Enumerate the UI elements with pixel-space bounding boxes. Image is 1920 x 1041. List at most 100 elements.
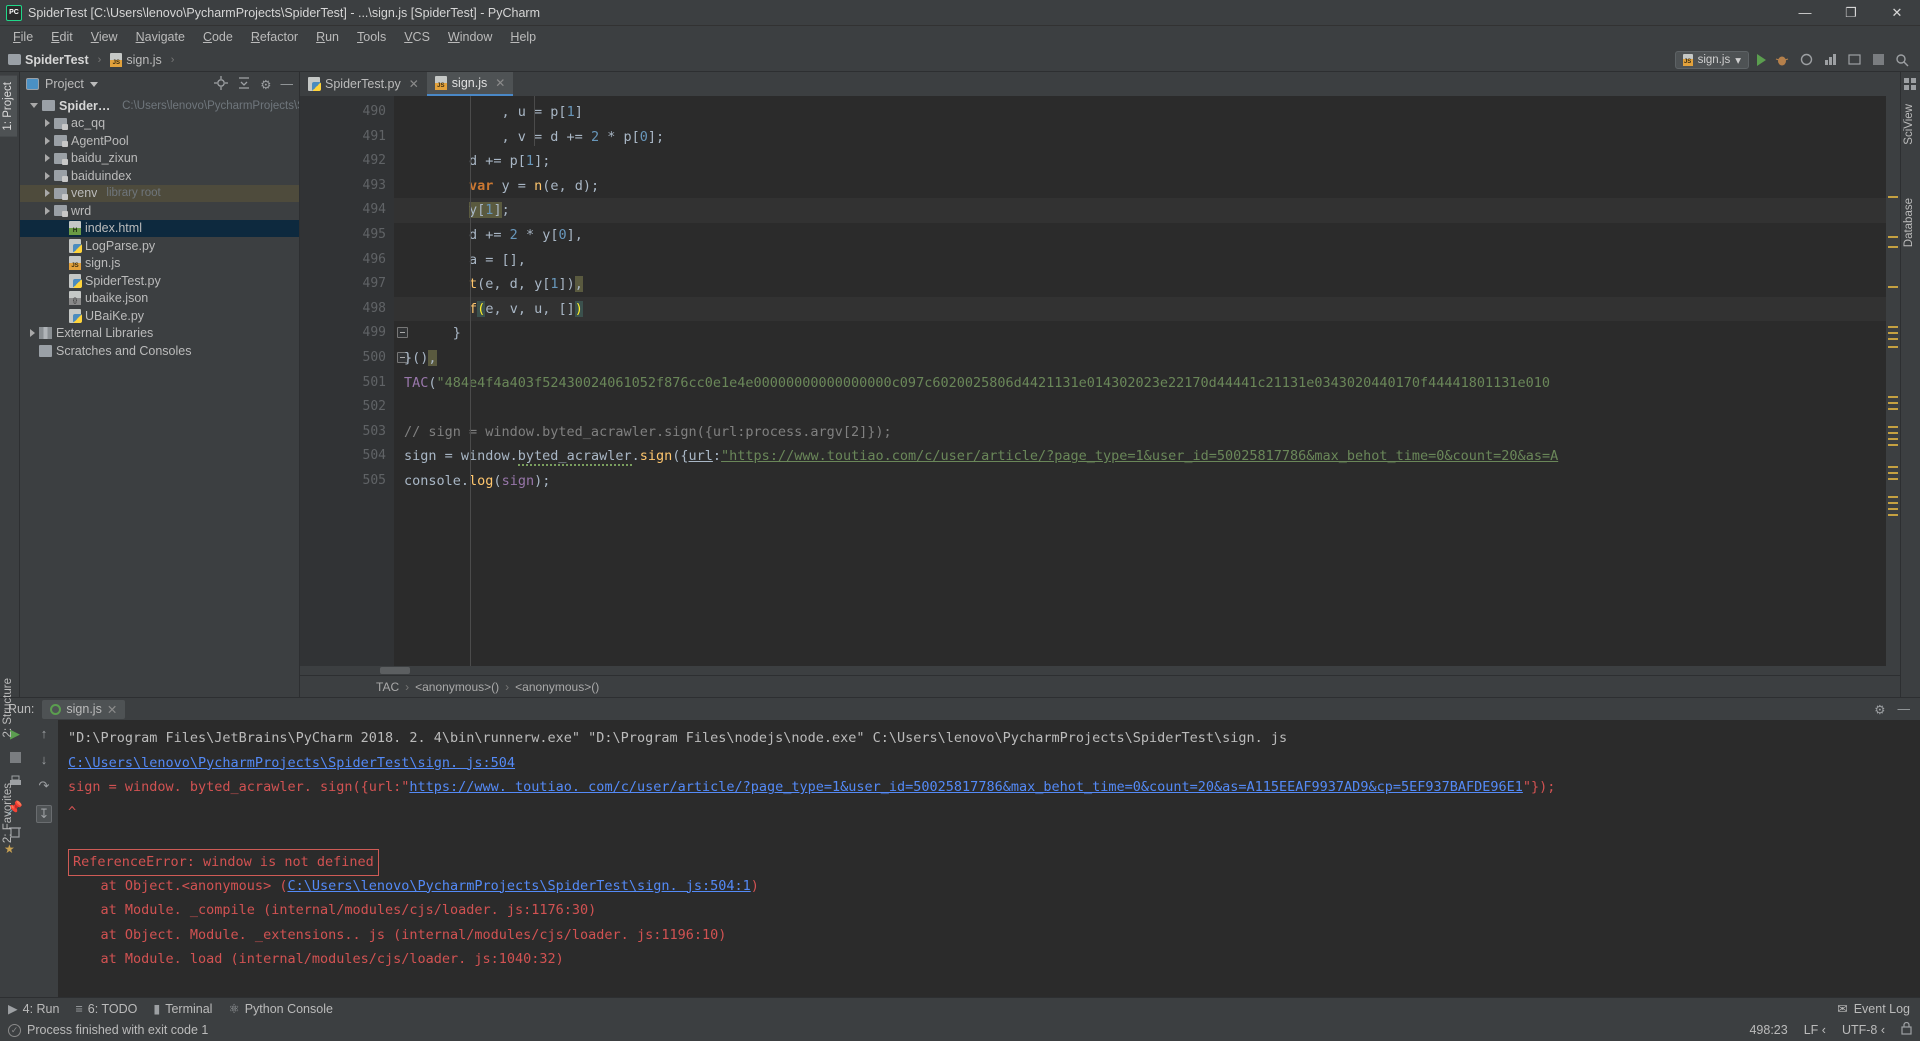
bottom-tab-python-console[interactable]: ⚛ Python Console	[228, 1001, 332, 1017]
console-output[interactable]: "D:\Program Files\JetBrains\PyCharm 2018…	[58, 720, 1920, 997]
error-stripe-marker[interactable]	[1888, 508, 1898, 510]
breadcrumb-project[interactable]: SpiderTest	[25, 53, 89, 67]
profile-icon[interactable]	[1822, 52, 1838, 68]
code-line[interactable]: }	[394, 321, 1886, 346]
attach-icon[interactable]	[1846, 52, 1862, 68]
coverage-icon[interactable]	[1798, 52, 1814, 68]
tree-item-ubaike-py[interactable]: UBaiKe.py	[20, 307, 299, 325]
tree-item-wrd[interactable]: wrd	[20, 202, 299, 220]
minimize-button[interactable]: —	[1782, 0, 1828, 26]
error-stripe-marker[interactable]	[1888, 236, 1898, 238]
code-content[interactable]: , u = p[1] , v = d += 2 * p[0]; d += p[1…	[394, 96, 1886, 666]
project-tree[interactable]: SpiderTest C:\Users\lenovo\PycharmProject…	[20, 96, 299, 697]
debug-icon[interactable]	[1774, 52, 1790, 68]
code-line[interactable]: d += p[1];	[394, 149, 1886, 174]
menu-item-vcs[interactable]: VCS	[395, 28, 439, 46]
error-stripe-marker[interactable]	[1888, 396, 1898, 398]
settings-gear-icon[interactable]: ⚙	[260, 77, 271, 92]
menu-item-file[interactable]: File	[4, 28, 42, 46]
editor-tab-spidertest-py[interactable]: SpiderTest.py ✕	[300, 72, 427, 96]
sidebar-item-sciview[interactable]: SciView	[1900, 98, 1918, 151]
bottom-tab-4-run[interactable]: ▶ 4: Run	[8, 1001, 59, 1017]
menu-item-tools[interactable]: Tools	[348, 28, 395, 46]
tree-item-baiduindex[interactable]: baiduindex	[20, 167, 299, 185]
tree-item-scratches-and-consoles[interactable]: Scratches and Consoles	[20, 342, 299, 360]
soft-wrap-icon[interactable]: ↷	[39, 778, 50, 794]
error-stripe-marker[interactable]	[1888, 478, 1898, 480]
menu-item-window[interactable]: Window	[439, 28, 501, 46]
maximize-button[interactable]: ❐	[1828, 0, 1874, 26]
tree-item-sign-js[interactable]: sign.js	[20, 255, 299, 273]
collapse-arrow-icon[interactable]	[45, 154, 50, 163]
line-separator[interactable]: LF ‹	[1804, 1023, 1826, 1037]
collapse-arrow-icon[interactable]	[30, 329, 35, 338]
code-line[interactable]: f(e, v, u, [])	[394, 296, 1886, 322]
code-line[interactable]: , u = p[1]	[394, 100, 1886, 125]
tree-item-spidertest-py[interactable]: SpiderTest.py	[20, 272, 299, 290]
bottom-tab-6-todo[interactable]: ≡ 6: TODO	[75, 1002, 137, 1016]
editor-breadcrumb-item[interactable]: <anonymous>()	[415, 680, 499, 694]
event-log-label[interactable]: Event Log	[1854, 1002, 1910, 1016]
tree-item-venv[interactable]: venv library root	[20, 184, 299, 202]
tree-item-logparse-py[interactable]: LogParse.py	[20, 237, 299, 255]
menu-item-edit[interactable]: Edit	[42, 28, 82, 46]
tree-item-spidertest[interactable]: SpiderTest C:\Users\lenovo\PycharmProject…	[20, 97, 299, 115]
sidebar-item-favorites[interactable]: 2: Favorites	[0, 777, 17, 849]
error-stripe-marker[interactable]	[1888, 472, 1898, 474]
error-stripe-marker[interactable]	[1888, 432, 1898, 434]
sidebar-item-structure[interactable]: 2: Structure	[0, 672, 17, 743]
error-stripe-marker[interactable]	[1888, 496, 1898, 498]
locate-icon[interactable]	[214, 75, 229, 93]
error-stripe-marker[interactable]	[1888, 514, 1898, 516]
editor-breadcrumb-item[interactable]: TAC	[376, 680, 399, 694]
collapse-all-icon[interactable]	[237, 76, 251, 93]
error-stripe-marker[interactable]	[1888, 246, 1898, 248]
editor-tab-sign-js[interactable]: sign.js ✕	[426, 72, 514, 96]
console-line[interactable]: sign = window. byted_acrawler. sign({url…	[68, 775, 1920, 800]
tree-item-external-libraries[interactable]: External Libraries	[20, 325, 299, 343]
scroll-to-end-icon[interactable]: ↧	[35, 805, 53, 823]
chevron-down-icon[interactable]	[89, 81, 98, 87]
hide-panel-icon[interactable]: —	[1898, 702, 1911, 717]
caret-position[interactable]: 498:23	[1749, 1023, 1787, 1037]
error-stripe-marker[interactable]	[1888, 286, 1898, 288]
lock-icon[interactable]	[1901, 1021, 1912, 1038]
collapse-arrow-icon[interactable]	[45, 206, 50, 215]
error-stripe-marker[interactable]	[1888, 426, 1898, 428]
code-line[interactable]: console.log(sign);	[394, 469, 1886, 494]
error-stripe-marker[interactable]	[1888, 402, 1898, 404]
collapse-arrow-icon[interactable]	[45, 171, 50, 180]
run-tab-signjs[interactable]: sign.js ✕	[42, 699, 126, 719]
tree-item-agentpool[interactable]: AgentPool	[20, 132, 299, 150]
settings-gear-icon[interactable]: ⚙	[1874, 702, 1885, 717]
grid-icon[interactable]	[1904, 78, 1917, 96]
file-encoding[interactable]: UTF-8 ‹	[1842, 1023, 1885, 1037]
collapse-arrow-icon[interactable]	[45, 119, 50, 128]
search-icon[interactable]	[1894, 52, 1910, 68]
down-arrow-icon[interactable]: ↓	[41, 752, 48, 767]
editor-breadcrumb-item[interactable]: <anonymous>()	[515, 680, 599, 694]
error-stripe-column[interactable]	[1886, 96, 1900, 666]
stop-icon[interactable]	[9, 751, 21, 766]
error-stripe-marker[interactable]	[1888, 196, 1898, 198]
tree-item-ubaike-json[interactable]: ubaike.json	[20, 290, 299, 308]
code-editor[interactable]: 490 491 492 493 494 495 496 497 498 499 500 501 502 5…	[300, 96, 1900, 666]
error-stripe-marker[interactable]	[1888, 338, 1898, 340]
console-file-link[interactable]: C:\Users\lenovo\PycharmProjects\SpiderTe…	[68, 755, 515, 771]
collapse-arrow-icon[interactable]	[45, 189, 50, 198]
tree-item-ac-qq[interactable]: ac_qq	[20, 115, 299, 133]
error-stripe-marker[interactable]	[1888, 502, 1898, 504]
close-icon[interactable]: ✕	[107, 702, 117, 717]
menu-item-navigate[interactable]: Navigate	[127, 28, 194, 46]
menu-item-run[interactable]: Run	[307, 28, 348, 46]
code-line[interactable]: // sign = window.byted_acrawler.sign({ur…	[394, 420, 1886, 445]
code-line[interactable]: t(e, d, y[1]),	[394, 272, 1886, 297]
error-stripe-marker[interactable]	[1888, 346, 1898, 348]
tree-item-baidu-zixun[interactable]: baidu_zixun	[20, 150, 299, 168]
console-stack-link[interactable]: C:\Users\lenovo\PycharmProjects\SpiderTe…	[287, 878, 750, 894]
menu-item-code[interactable]: Code	[194, 28, 242, 46]
console-line[interactable]: C:\Users\lenovo\PycharmProjects\SpiderTe…	[68, 751, 1920, 776]
code-line[interactable]: var y = n(e, d);	[394, 174, 1886, 199]
error-stripe-marker[interactable]	[1888, 438, 1898, 440]
console-url-link[interactable]: https://www. toutiao. com/c/user/article…	[409, 779, 1523, 795]
